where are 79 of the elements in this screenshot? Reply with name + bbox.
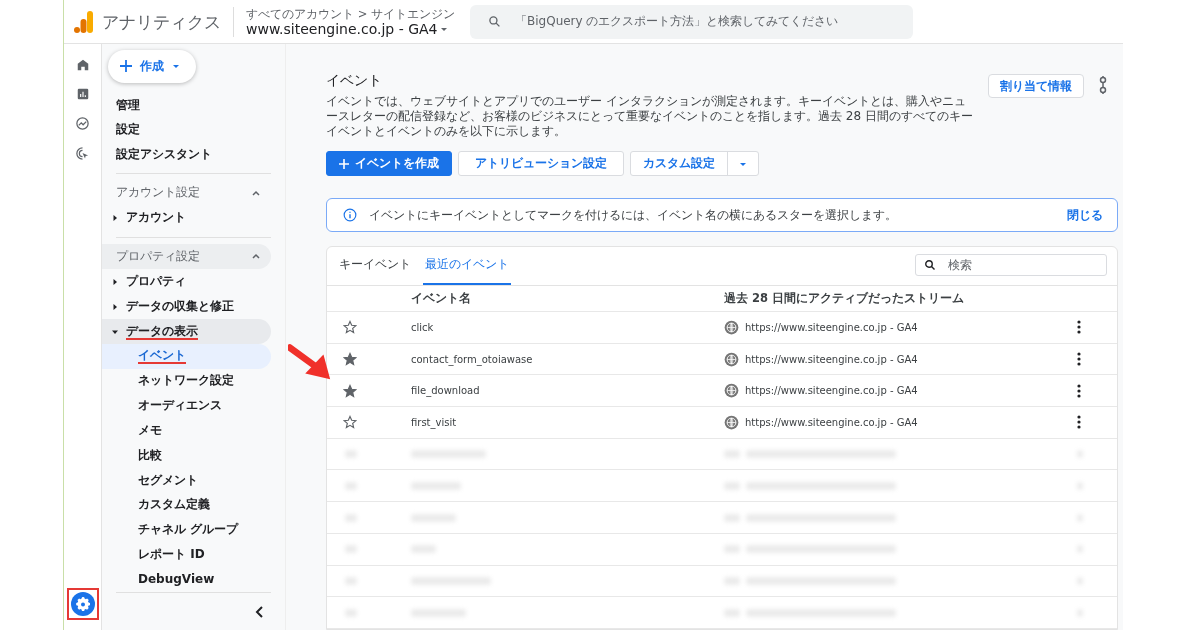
sidebar-item[interactable]: ネットワーク設定 xyxy=(102,368,271,394)
breadcrumb[interactable]: すべてのアカウント > サイトエンジン xyxy=(246,6,468,21)
settings-button[interactable] xyxy=(66,588,99,620)
settings-icon xyxy=(70,592,95,616)
sidebar-item[interactable]: データの表示 xyxy=(102,319,271,345)
sidebar-item[interactable]: DebugView xyxy=(102,567,271,593)
table-search-field[interactable]: 検索 xyxy=(915,254,1107,276)
create-event-button[interactable]: イベントを作成 xyxy=(326,151,452,176)
tab[interactable]: 最近のイベント xyxy=(423,247,511,285)
attribution-button[interactable]: アトリビューション設定 xyxy=(458,151,624,176)
custom-settings-split-button[interactable]: カスタム設定 xyxy=(630,151,759,176)
info-text: イベントにキーイベントとしてマークを付けるには、イベント名の横にあるスターを選択します。 xyxy=(369,206,897,224)
sidebar-item[interactable]: チャネル グループ xyxy=(102,517,271,543)
bar-chart-icon[interactable] xyxy=(75,87,90,101)
sidebar-item[interactable]: イベント xyxy=(102,344,271,369)
sidebar-item[interactable]: オーディエンス xyxy=(102,393,271,419)
event-name: contact_form_otoiawase xyxy=(411,353,534,365)
event-name: first_visit xyxy=(411,416,458,428)
event-name: click xyxy=(411,321,435,333)
info-icon xyxy=(343,208,357,222)
caret-right-icon[interactable] xyxy=(112,215,118,222)
sidebar-item[interactable]: セグメント xyxy=(102,468,271,493)
star-icon[interactable] xyxy=(343,320,357,335)
more-icon[interactable] xyxy=(1077,383,1081,398)
trend-icon[interactable] xyxy=(75,116,90,131)
sidebar-item[interactable]: アカウント xyxy=(102,206,271,231)
stream-name: https://www.siteengine.co.jp - GA4 xyxy=(745,321,918,333)
search-icon xyxy=(924,259,936,271)
filled-star-icon[interactable] xyxy=(343,383,357,398)
plus-icon xyxy=(120,60,132,73)
chevron-left-icon[interactable] xyxy=(255,605,265,618)
star-icon[interactable] xyxy=(343,415,357,430)
globe-icon xyxy=(724,351,739,367)
cursor-target-icon[interactable] xyxy=(75,146,90,161)
stream-name: https://www.siteengine.co.jp - GA4 xyxy=(745,385,918,397)
search-field[interactable]: 「BigQuery のエクスポート方法」と検索してみてください xyxy=(470,4,913,39)
event-name: file_download xyxy=(411,385,481,397)
sidebar-item[interactable]: 管理 xyxy=(102,92,271,118)
branch-icon[interactable] xyxy=(1098,76,1108,94)
custom-settings-button[interactable]: カスタム設定 xyxy=(631,152,728,175)
sidebar-item[interactable]: メモ xyxy=(102,418,271,444)
sidebar-item[interactable]: 設定 xyxy=(102,117,271,143)
app-name: アナリティクス xyxy=(102,6,234,37)
home-icon[interactable] xyxy=(75,58,90,72)
caret-down-icon xyxy=(172,62,180,71)
sidebar-item[interactable]: 比較 xyxy=(102,443,271,469)
column-header: 過去 28 日間にアクティブだったストリーム xyxy=(724,290,965,306)
sidebar-item[interactable]: カスタム定義 xyxy=(102,492,271,518)
caret-right-icon[interactable] xyxy=(112,303,118,310)
globe-icon xyxy=(724,414,739,430)
caret-down-icon[interactable] xyxy=(112,328,118,335)
section-header[interactable]: プロパティ設定 xyxy=(102,243,271,269)
tab[interactable]: キーイベント xyxy=(337,247,413,285)
plus-icon xyxy=(339,158,349,169)
section-header[interactable]: アカウント設定 xyxy=(102,180,271,205)
bar-chart-logo-icon xyxy=(74,10,94,33)
page-description: イベントでは、ウェブサイトとアプリでのユーザー インタラクションが測定されます。キーイベントとは、購入やニュースレターの配信登録など、お客様のビジネスにとって重要なイベントのことを指します。過去 28 日間のすべてのキーイベントとイベントのみを以下に示します。 xyxy=(326,94,974,139)
globe-icon xyxy=(724,319,739,335)
section-title: アカウント設定 xyxy=(116,184,200,202)
sidebar-item[interactable]: プロパティ xyxy=(102,269,271,295)
filled-star-icon[interactable] xyxy=(343,352,357,366)
more-icon[interactable] xyxy=(1077,415,1081,430)
sidebar-item[interactable]: 設定アシスタント xyxy=(102,142,271,168)
sidebar-item[interactable]: データの収集と修正 xyxy=(102,294,271,320)
more-icon[interactable] xyxy=(1077,320,1081,335)
close-link[interactable]: 閉じる xyxy=(1067,206,1103,224)
column-header: イベント名 xyxy=(411,290,472,306)
property-selector[interactable]: www.siteengine.co.jp - GA4 xyxy=(246,20,468,37)
globe-icon xyxy=(724,383,739,399)
stream-name: https://www.siteengine.co.jp - GA4 xyxy=(745,416,918,428)
create-button[interactable]: 作成 xyxy=(108,50,196,83)
more-icon[interactable] xyxy=(1077,352,1081,366)
caret-right-icon[interactable] xyxy=(112,279,118,286)
page-title: イベント xyxy=(326,72,383,90)
stream-name: https://www.siteengine.co.jp - GA4 xyxy=(745,353,918,365)
search-icon xyxy=(488,15,501,28)
sidebar-item[interactable]: レポート ID xyxy=(102,542,271,568)
section-title: プロパティ設定 xyxy=(116,247,200,265)
assign-info-button[interactable]: 割り当て情報 xyxy=(988,74,1084,98)
